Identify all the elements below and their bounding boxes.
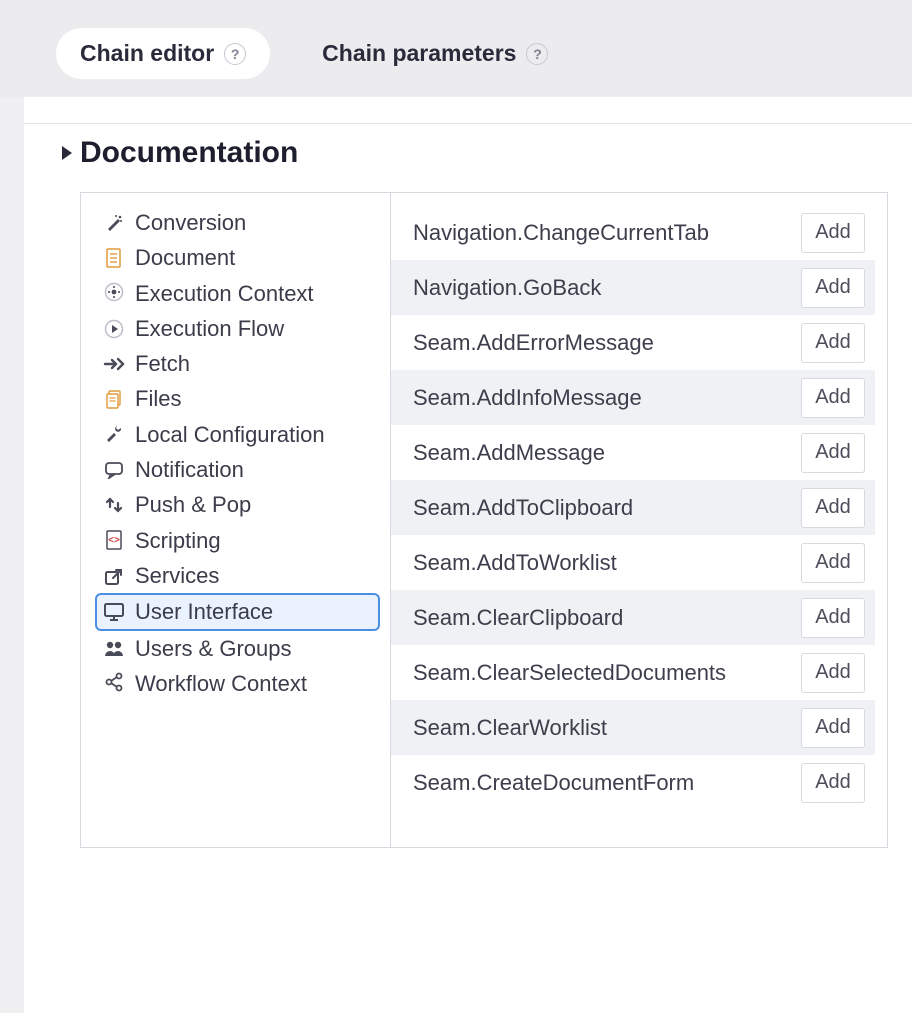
category-sidebar: Conversion Document Execution Context Execu… xyxy=(81,193,391,847)
operation-row: Seam.AddErrorMessage Add xyxy=(391,315,875,370)
operation-list: Navigation.ChangeCurrentTabAddNavigation… xyxy=(391,193,887,847)
operation-row: Navigation.ChangeCurrentTab Add xyxy=(391,205,875,260)
monitor-icon xyxy=(103,601,125,623)
help-icon[interactable]: ? xyxy=(224,43,246,65)
panel: Conversion Document Execution Context Execu… xyxy=(80,192,888,848)
category-label: Conversion xyxy=(135,210,246,235)
category-workflow-context[interactable]: Workflow Context xyxy=(95,666,380,701)
operation-row: Seam.ClearClipboard Add xyxy=(391,590,875,645)
category-label: Services xyxy=(135,563,219,588)
share-box-icon xyxy=(103,565,125,587)
operation-name: Navigation.GoBack xyxy=(413,275,789,301)
category-user-interface[interactable]: User Interface xyxy=(95,593,380,630)
category-label: Local Configuration xyxy=(135,422,325,447)
category-files[interactable]: Files xyxy=(95,381,380,416)
add-button[interactable]: Add xyxy=(801,708,865,748)
chat-icon xyxy=(103,459,125,481)
operation-row: Seam.AddMessage Add xyxy=(391,425,875,480)
operation-name: Seam.ClearWorklist xyxy=(413,715,789,741)
section-header[interactable]: Documentation xyxy=(24,123,912,192)
add-button[interactable]: Add xyxy=(801,378,865,418)
add-button[interactable]: Add xyxy=(801,543,865,583)
operation-name: Navigation.ChangeCurrentTab xyxy=(413,220,789,246)
content: Documentation Conversion Document Executio… xyxy=(24,97,912,1013)
operation-name: Seam.AddToWorklist xyxy=(413,550,789,576)
operation-name: Seam.ClearClipboard xyxy=(413,605,789,631)
operation-name: Seam.AddInfoMessage xyxy=(413,385,789,411)
add-button[interactable]: Add xyxy=(801,763,865,803)
arrow-in-icon xyxy=(103,353,125,375)
add-button[interactable]: Add xyxy=(801,268,865,308)
help-icon[interactable]: ? xyxy=(526,43,548,65)
add-button[interactable]: Add xyxy=(801,433,865,473)
gear-circle-icon xyxy=(103,281,125,303)
operation-row: Seam.AddToWorklist Add xyxy=(391,535,875,590)
category-label: Scripting xyxy=(135,528,221,553)
tab-label: Chain editor xyxy=(80,40,214,67)
operation-name: Seam.ClearSelectedDocuments xyxy=(413,660,789,686)
category-label: Files xyxy=(135,386,181,411)
operation-row: Seam.AddInfoMessage Add xyxy=(391,370,875,425)
category-users-groups[interactable]: Users & Groups xyxy=(95,631,380,666)
category-execution-context[interactable]: Execution Context xyxy=(95,276,380,311)
category-fetch[interactable]: Fetch xyxy=(95,346,380,381)
share-icon xyxy=(103,671,125,693)
category-scripting[interactable]: <> Scripting xyxy=(95,523,380,558)
category-execution-flow[interactable]: Execution Flow xyxy=(95,311,380,346)
category-label: Push & Pop xyxy=(135,492,251,517)
operation-name: Seam.AddErrorMessage xyxy=(413,330,789,356)
category-notification[interactable]: Notification xyxy=(95,452,380,487)
category-label: Fetch xyxy=(135,351,190,376)
category-label: Notification xyxy=(135,457,244,482)
svg-text:<>: <> xyxy=(108,535,120,546)
doc-icon xyxy=(103,247,125,269)
operation-name: Seam.AddMessage xyxy=(413,440,789,466)
add-button[interactable]: Add xyxy=(801,213,865,253)
category-document[interactable]: Document xyxy=(95,240,380,275)
category-push-pop[interactable]: Push & Pop xyxy=(95,487,380,522)
operation-row: Seam.ClearSelectedDocuments Add xyxy=(391,645,875,700)
add-button[interactable]: Add xyxy=(801,653,865,693)
category-label: Workflow Context xyxy=(135,671,307,696)
operation-row: Seam.CreateDocumentForm Add xyxy=(391,755,875,810)
category-label: Execution Context xyxy=(135,281,314,306)
add-button[interactable]: Add xyxy=(801,323,865,363)
tab-label: Chain parameters xyxy=(322,40,516,67)
tools-icon xyxy=(103,422,125,444)
operation-row: Seam.AddToClipboard Add xyxy=(391,480,875,535)
category-services[interactable]: Services xyxy=(95,558,380,593)
expand-arrow-icon xyxy=(62,146,72,160)
users-icon xyxy=(103,637,125,659)
tab-chain-parameters[interactable]: Chain parameters ? xyxy=(298,28,572,79)
operation-name: Seam.CreateDocumentForm xyxy=(413,770,789,796)
add-button[interactable]: Add xyxy=(801,598,865,638)
category-label: User Interface xyxy=(135,599,273,624)
operation-row: Navigation.GoBack Add xyxy=(391,260,875,315)
add-button[interactable]: Add xyxy=(801,488,865,528)
files-icon xyxy=(103,388,125,410)
tab-chain-editor[interactable]: Chain editor ? xyxy=(56,28,270,79)
play-circle-icon xyxy=(103,318,125,340)
category-label: Execution Flow xyxy=(135,316,284,341)
category-label: Users & Groups xyxy=(135,636,292,661)
category-conversion[interactable]: Conversion xyxy=(95,205,380,240)
wand-icon xyxy=(103,212,125,234)
operation-name: Seam.AddToClipboard xyxy=(413,495,789,521)
pushpop-icon xyxy=(103,494,125,516)
tabs-bar: Chain editor ? Chain parameters ? xyxy=(0,0,912,97)
category-label: Document xyxy=(135,245,235,270)
code-doc-icon: <> xyxy=(103,529,125,551)
operation-row: Seam.ClearWorklist Add xyxy=(391,700,875,755)
category-local-configuration[interactable]: Local Configuration xyxy=(95,417,380,452)
section-title: Documentation xyxy=(80,136,298,170)
